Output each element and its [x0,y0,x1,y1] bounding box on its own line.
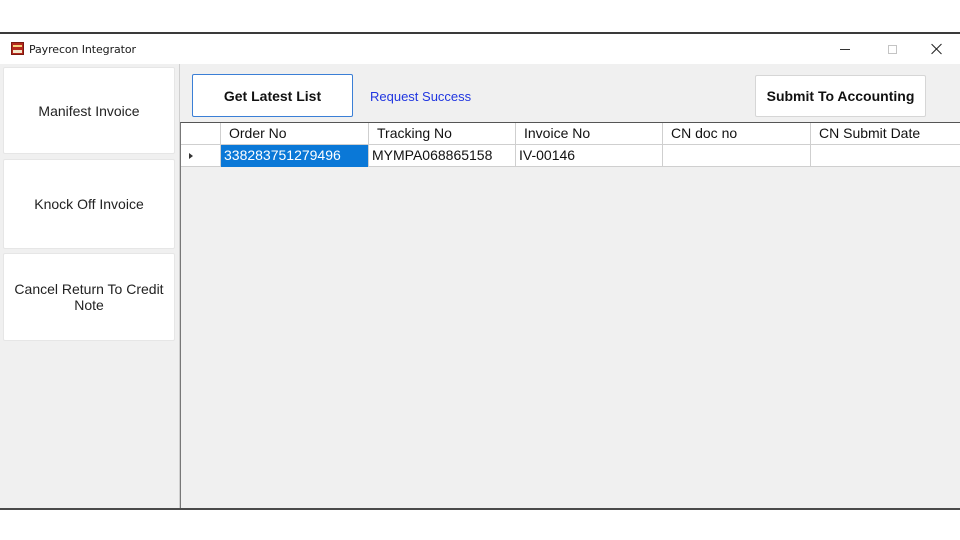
maximize-icon [887,44,897,54]
row-header[interactable] [181,145,221,167]
minimize-icon [840,48,850,50]
app-window: Payrecon Integrator Manifest Invoice Kno… [0,32,960,510]
close-button[interactable] [914,34,960,64]
get-latest-list-button[interactable]: Get Latest List [192,74,353,117]
cell-invoice-no[interactable]: IV-00146 [516,145,663,167]
cancel-return-to-credit-note-button[interactable]: Cancel Return To Credit Note [3,253,175,341]
column-header-cn-doc-no[interactable]: CN doc no [663,123,811,145]
grid-header: Order No Tracking No Invoice No CN doc n… [181,123,960,145]
cell-order-no[interactable]: 338283751279496 [221,145,369,167]
column-header-order-no[interactable]: Order No [221,123,369,145]
submit-to-accounting-button[interactable]: Submit To Accounting [755,75,926,117]
sidebar: Manifest Invoice Knock Off Invoice Cance… [0,64,180,508]
maximize-button[interactable] [869,34,915,64]
close-icon [931,43,943,55]
column-header-invoice-no[interactable]: Invoice No [516,123,663,145]
current-row-arrow-icon [189,153,193,159]
column-header-tracking-no[interactable]: Tracking No [369,123,516,145]
cell-cn-submit-date[interactable] [811,145,960,167]
minimize-button[interactable] [822,34,868,64]
status-message: Request Success [370,89,472,104]
cell-cn-doc-no[interactable] [663,145,811,167]
window-title: Payrecon Integrator [29,43,136,56]
orders-grid[interactable]: Order No Tracking No Invoice No CN doc n… [180,122,960,508]
table-row[interactable]: 338283751279496 MYMPA068865158 IV-00146 [181,145,960,167]
row-header-corner[interactable] [181,123,221,145]
manifest-invoice-button[interactable]: Manifest Invoice [3,67,175,154]
cell-tracking-no[interactable]: MYMPA068865158 [369,145,516,167]
title-bar[interactable]: Payrecon Integrator [0,34,960,64]
column-header-cn-submit-date[interactable]: CN Submit Date [811,123,960,145]
knock-off-invoice-button[interactable]: Knock Off Invoice [3,159,175,249]
payrecon-logo-icon [11,42,24,55]
